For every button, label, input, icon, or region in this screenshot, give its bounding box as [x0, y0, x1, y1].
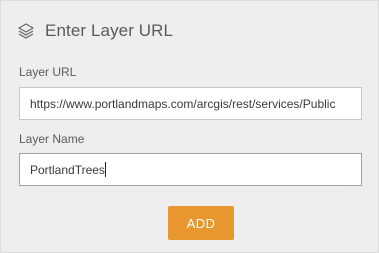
layers-icon	[17, 22, 35, 40]
layer-name-label: Layer Name	[19, 132, 85, 146]
layer-name-value: PortlandTrees	[30, 162, 105, 177]
layer-url-value: https://www.portlandmaps.com/arcgis/rest…	[30, 96, 336, 111]
add-layer-panel: Enter Layer URL Layer URL https://www.po…	[0, 0, 379, 253]
add-button[interactable]: ADD	[168, 206, 234, 240]
panel-title: Enter Layer URL	[45, 21, 174, 40]
text-caret	[104, 162, 106, 177]
layer-url-label: Layer URL	[19, 65, 77, 79]
panel-header: Enter Layer URL	[17, 19, 173, 43]
layer-name-input[interactable]: PortlandTrees	[19, 153, 362, 186]
layer-url-input[interactable]: https://www.portlandmaps.com/arcgis/rest…	[19, 87, 362, 120]
